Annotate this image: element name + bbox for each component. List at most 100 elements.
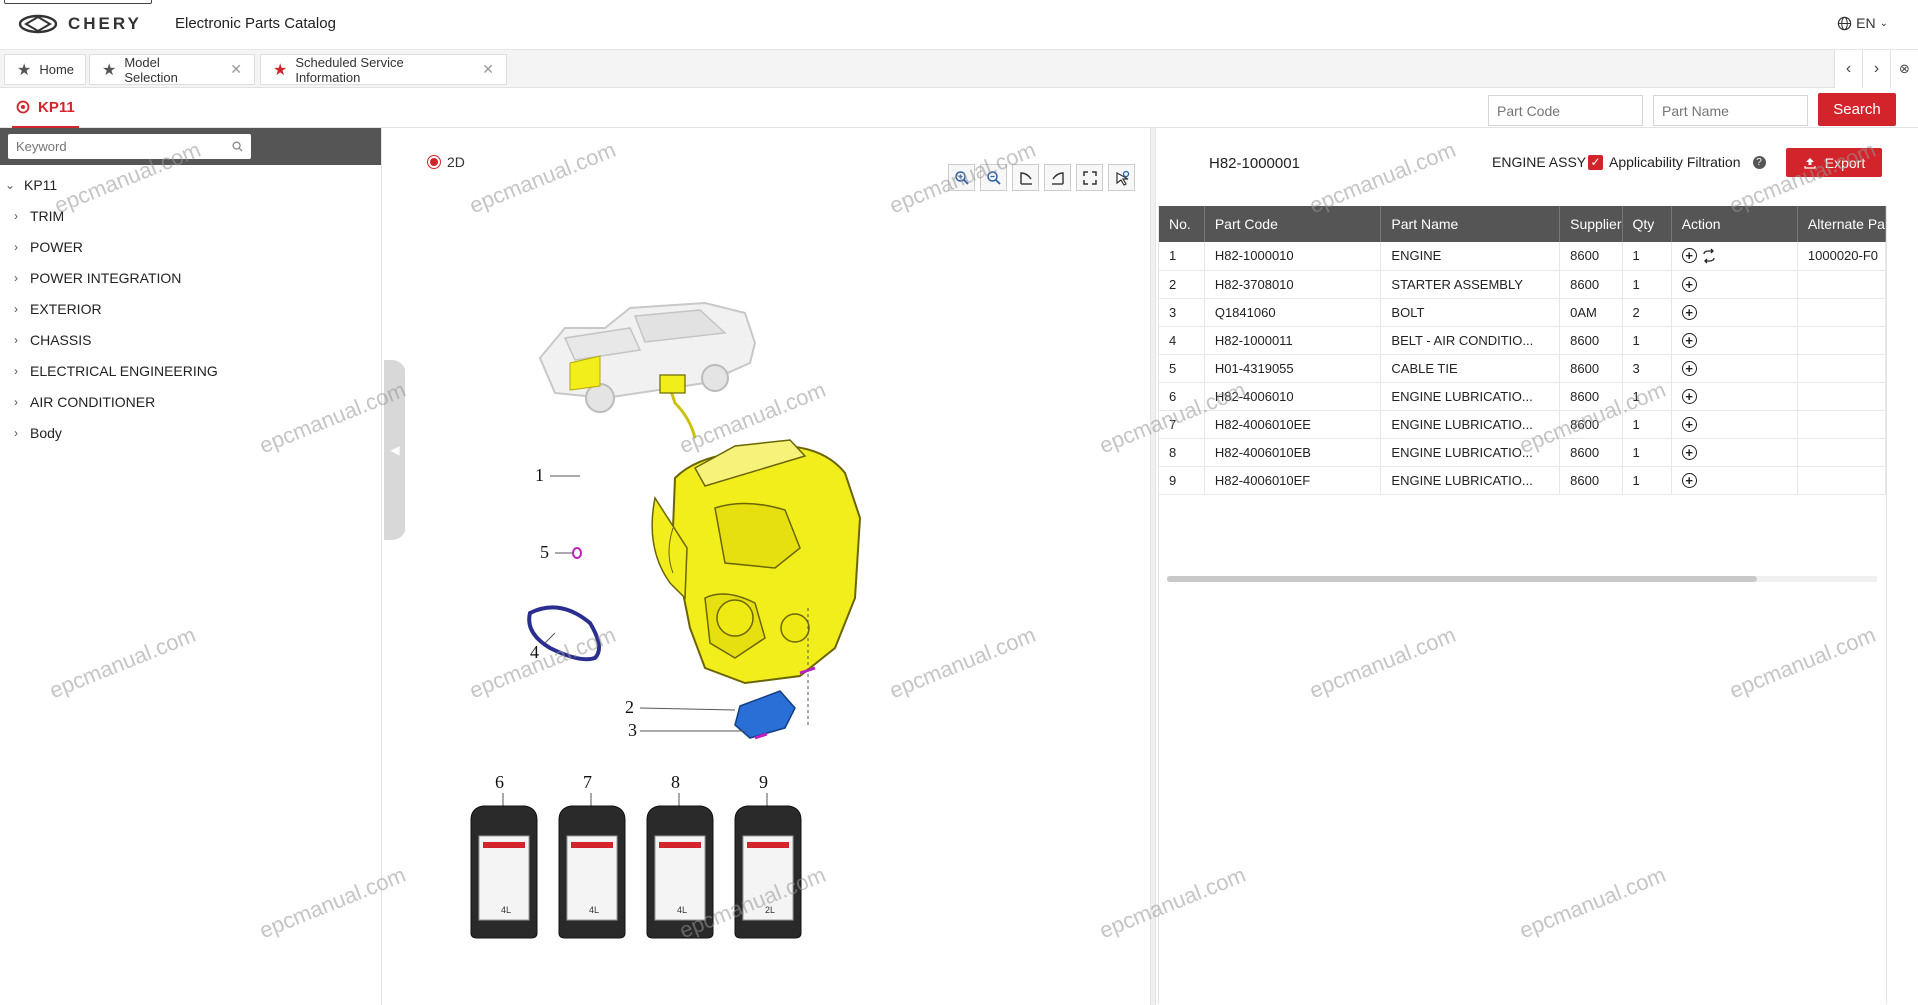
chevron-right-icon[interactable]: › <box>8 426 24 440</box>
table-row[interactable]: 7 H82-4006010EE ENGINE LUBRICATIO... 860… <box>1159 410 1886 439</box>
horizontal-scrollbar[interactable] <box>1167 576 1877 582</box>
tree-item-trim[interactable]: › TRIM <box>0 200 381 231</box>
tree-item-electrical-engineering[interactable]: › ELECTRICAL ENGINEERING <box>0 355 381 386</box>
scrollbar-thumb[interactable] <box>1167 576 1757 582</box>
table-row[interactable]: 3 Q1841060 BOLT 0AM 2 + <box>1159 298 1886 327</box>
add-to-cart-icon[interactable]: + <box>1681 472 1697 488</box>
add-to-cart-icon[interactable]: + <box>1681 360 1697 376</box>
sidebar-collapse-handle[interactable]: ◀ <box>384 360 406 540</box>
part-code-input[interactable] <box>1488 95 1643 126</box>
callout-3[interactable]: 3 <box>628 720 637 740</box>
tree-item-exterior[interactable]: › EXTERIOR <box>0 293 381 324</box>
callout-5[interactable]: 5 <box>540 542 549 562</box>
chevron-right-icon[interactable]: › <box>8 364 24 378</box>
col-header-part-name[interactable]: Part Name <box>1380 206 1561 242</box>
replace-icon[interactable] <box>1701 248 1717 264</box>
add-to-cart-icon[interactable]: + <box>1681 444 1697 460</box>
callout-2[interactable]: 2 <box>625 697 634 717</box>
add-to-cart-icon[interactable]: + <box>1681 388 1697 404</box>
chevron-left-icon[interactable]: ‹ <box>1834 50 1862 88</box>
chevron-right-icon[interactable]: › <box>8 395 24 409</box>
cell-action: + <box>1671 270 1798 299</box>
table-row[interactable]: 8 H82-4006010EB ENGINE LUBRICATIO... 860… <box>1159 438 1886 467</box>
checkbox-checked-icon[interactable]: ✓ <box>1588 154 1603 170</box>
chevron-right-icon[interactable]: › <box>8 333 24 347</box>
callout-8[interactable]: 8 <box>671 772 680 792</box>
cell-part-code[interactable]: H82-1000010 <box>1204 242 1382 271</box>
table-row[interactable]: 5 H01-4319055 CABLE TIE 8600 3 + <box>1159 354 1886 383</box>
keyword-input[interactable] <box>8 134 251 159</box>
tab-home[interactable]: ★ Home <box>4 54 86 85</box>
tab-scheduled-service[interactable]: ★ Scheduled Service Information ✕ <box>260 54 507 85</box>
tree-item-power[interactable]: › POWER <box>0 231 381 262</box>
col-header-action[interactable]: Action <box>1671 206 1798 242</box>
tab-navigation: ‹ › ⊗ <box>1834 50 1918 88</box>
chevron-right-icon[interactable]: › <box>8 209 24 223</box>
col-header-supplier[interactable]: Supplier <box>1559 206 1623 242</box>
add-to-cart-icon[interactable]: + <box>1681 276 1697 292</box>
oil-container-8[interactable]: 4L <box>646 793 714 939</box>
search-icon[interactable] <box>232 141 243 152</box>
cell-action: + <box>1671 382 1798 411</box>
add-to-cart-icon[interactable]: + <box>1681 248 1697 264</box>
chery-logo[interactable]: CHERY <box>18 14 142 34</box>
col-header-no[interactable]: No. <box>1159 206 1205 242</box>
tree-item-power-integration[interactable]: › POWER INTEGRATION <box>0 262 381 293</box>
callout-4[interactable]: 4 <box>530 642 539 662</box>
col-header-alternate[interactable]: Alternate Pa <box>1797 206 1886 242</box>
belt-image[interactable] <box>527 605 601 662</box>
tree-item-chassis[interactable]: › CHASSIS <box>0 324 381 355</box>
tree-item-body[interactable]: › Body <box>0 417 381 448</box>
model-tab[interactable]: KP11 <box>12 88 79 128</box>
chevron-down-icon[interactable]: ⌄ <box>2 178 18 192</box>
help-icon[interactable]: ? <box>1752 155 1766 169</box>
table-row[interactable]: 6 H82-4006010 ENGINE LUBRICATIO... 8600 … <box>1159 382 1886 411</box>
cell-part-code[interactable]: H82-4006010 <box>1204 382 1382 411</box>
chevron-right-icon[interactable]: › <box>8 240 24 254</box>
table-row[interactable]: 1 H82-1000010 ENGINE 8600 1 + 1000020-F0 <box>1159 242 1886 271</box>
tab-model-selection[interactable]: ★ Model Selection ✕ <box>89 54 255 85</box>
cell-part-code[interactable]: H82-4006010EB <box>1204 438 1382 467</box>
col-header-part-code[interactable]: Part Code <box>1204 206 1382 242</box>
panel-splitter[interactable] <box>1150 128 1156 1005</box>
tree-root-kp11[interactable]: ⌄ KP11 <box>0 169 381 200</box>
cell-part-code[interactable]: H82-3708010 <box>1204 270 1382 299</box>
language-selector[interactable]: EN ⌄ <box>1837 15 1888 31</box>
applicability-filter[interactable]: ✓ Applicability Filtration ? <box>1588 154 1766 170</box>
table-row[interactable]: 4 H82-1000011 BELT - AIR CONDITIO... 860… <box>1159 326 1886 355</box>
cell-part-code[interactable]: H82-4006010EE <box>1204 410 1382 439</box>
callout-6[interactable]: 6 <box>495 772 504 792</box>
search-button[interactable]: Search <box>1818 93 1896 126</box>
oil-container-6[interactable]: 4L <box>470 793 538 939</box>
add-to-cart-icon[interactable]: + <box>1681 416 1697 432</box>
chevron-right-icon[interactable]: › <box>8 302 24 316</box>
cell-action: + <box>1671 326 1798 355</box>
cell-part-code[interactable]: H82-1000011 <box>1204 326 1382 355</box>
callout-1[interactable]: 1 <box>535 465 544 485</box>
callout-9[interactable]: 9 <box>759 772 768 792</box>
cell-part-code[interactable]: H82-4006010EF <box>1204 466 1382 495</box>
cable-tie-image[interactable] <box>572 547 582 559</box>
chevron-right-icon[interactable]: › <box>8 271 24 285</box>
tree-item-air-conditioner[interactable]: › AIR CONDITIONER <box>0 386 381 417</box>
callout-7[interactable]: 7 <box>583 772 592 792</box>
oil-container-7[interactable]: 4L <box>558 793 626 939</box>
part-name-input[interactable] <box>1653 95 1808 126</box>
close-icon[interactable]: ✕ <box>230 61 242 78</box>
cell-part-code[interactable]: H01-4319055 <box>1204 354 1382 383</box>
oil-container-9[interactable]: 2L <box>734 793 802 939</box>
add-to-cart-icon[interactable]: + <box>1681 304 1697 320</box>
star-icon: ★ <box>17 61 32 79</box>
cell-action: + <box>1671 438 1798 467</box>
table-row[interactable]: 9 H82-4006010EF ENGINE LUBRICATIO... 860… <box>1159 466 1886 495</box>
cell-part-code[interactable]: Q1841060 <box>1204 298 1382 327</box>
engine-assembly-image[interactable] <box>651 374 862 685</box>
export-button[interactable]: Export <box>1786 148 1882 177</box>
table-row[interactable]: 2 H82-3708010 STARTER ASSEMBLY 8600 1 + <box>1159 270 1886 299</box>
chevron-right-icon[interactable]: › <box>1862 50 1890 88</box>
col-header-qty[interactable]: Qty <box>1622 206 1672 242</box>
add-to-cart-icon[interactable]: + <box>1681 332 1697 348</box>
close-icon[interactable]: ✕ <box>482 61 494 78</box>
cell-qty: 2 <box>1622 298 1672 327</box>
close-all-icon[interactable]: ⊗ <box>1890 50 1918 88</box>
